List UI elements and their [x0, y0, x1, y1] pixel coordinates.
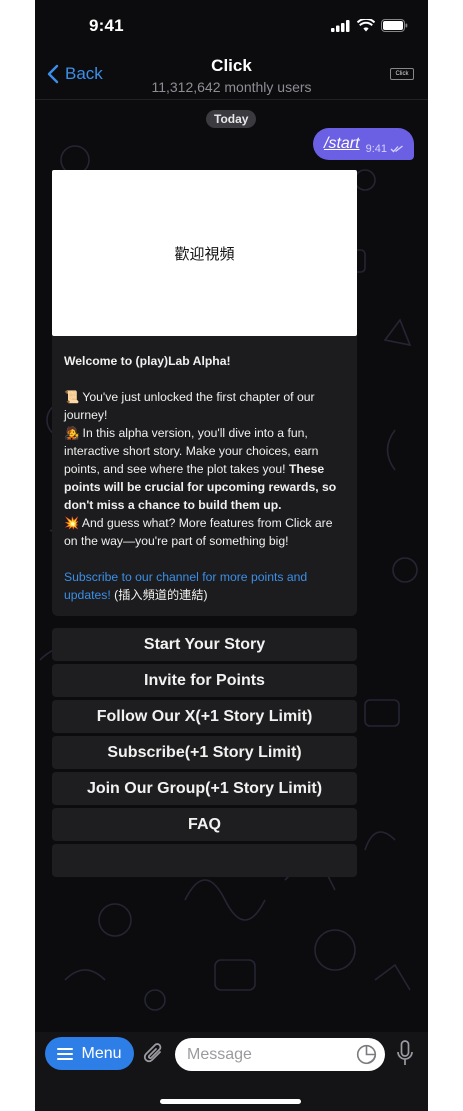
phone-screen: 9:41 Back Click 11,312,642 monthly users…: [35, 0, 428, 1111]
menu-label: Menu: [81, 1044, 122, 1062]
join-group-button[interactable]: Join Our Group(+1 Story Limit): [52, 772, 357, 805]
battery-icon: [381, 19, 408, 32]
signal-icon: [331, 19, 350, 32]
message-meta: 9:41: [366, 143, 404, 155]
home-indicator[interactable]: [160, 1099, 301, 1104]
subscribe-button[interactable]: Subscribe(+1 Story Limit): [52, 736, 357, 769]
status-icons: [331, 19, 408, 32]
message-text: Welcome to (play)Lab Alpha! 📜 You've jus…: [52, 336, 357, 616]
message-time: 9:41: [365, 143, 387, 155]
invite-points-button[interactable]: Invite for Points: [52, 664, 357, 697]
paperclip-icon[interactable]: [143, 1041, 165, 1067]
double-check-icon: [390, 145, 403, 153]
empty-button[interactable]: [52, 844, 357, 877]
outgoing-message[interactable]: /start 9:41: [313, 128, 414, 160]
incoming-message: 歡迎視頻 Welcome to (play)Lab Alpha! 📜 You'v…: [52, 170, 357, 616]
sticker-icon[interactable]: [356, 1044, 377, 1065]
start-story-button[interactable]: Start Your Story: [52, 628, 357, 661]
video-label: 歡迎視頻: [174, 245, 235, 263]
status-bar: 9:41: [35, 0, 428, 52]
chat-subtitle: 11,312,642 monthly users: [151, 79, 312, 95]
status-time: 9:41: [89, 16, 124, 35]
message-field[interactable]: [175, 1038, 385, 1071]
menu-icon: [57, 1047, 74, 1060]
faq-button[interactable]: FAQ: [52, 808, 357, 841]
command-text[interactable]: /start: [324, 135, 360, 153]
avatar-text: Click: [395, 71, 409, 77]
date-separator: Today: [206, 110, 257, 128]
message-input[interactable]: [175, 1038, 345, 1071]
welcome-video[interactable]: 歡迎視頻: [52, 170, 357, 336]
avatar[interactable]: Click: [390, 68, 414, 80]
chat-title[interactable]: Click: [35, 56, 428, 76]
wifi-icon: [357, 19, 375, 32]
link-placeholder: (插入頻道的連結): [110, 588, 208, 602]
menu-button[interactable]: Menu: [45, 1037, 134, 1070]
inline-keyboard: Start Your Story Invite for Points Follo…: [52, 628, 357, 880]
microphone-icon[interactable]: [397, 1040, 413, 1068]
message-para-2: 🧑‍🎤 In this alpha version, you'll dive i…: [64, 426, 319, 476]
follow-x-button[interactable]: Follow Our X(+1 Story Limit): [52, 700, 357, 733]
chat-header: Back Click 11,312,642 monthly users Clic…: [35, 52, 428, 100]
message-heading: Welcome to (play)Lab Alpha!: [64, 354, 231, 368]
message-para-3: 💥 And guess what? More features from Cli…: [64, 516, 333, 548]
message-para-1: 📜 You've just unlocked the first chapter…: [64, 390, 315, 422]
